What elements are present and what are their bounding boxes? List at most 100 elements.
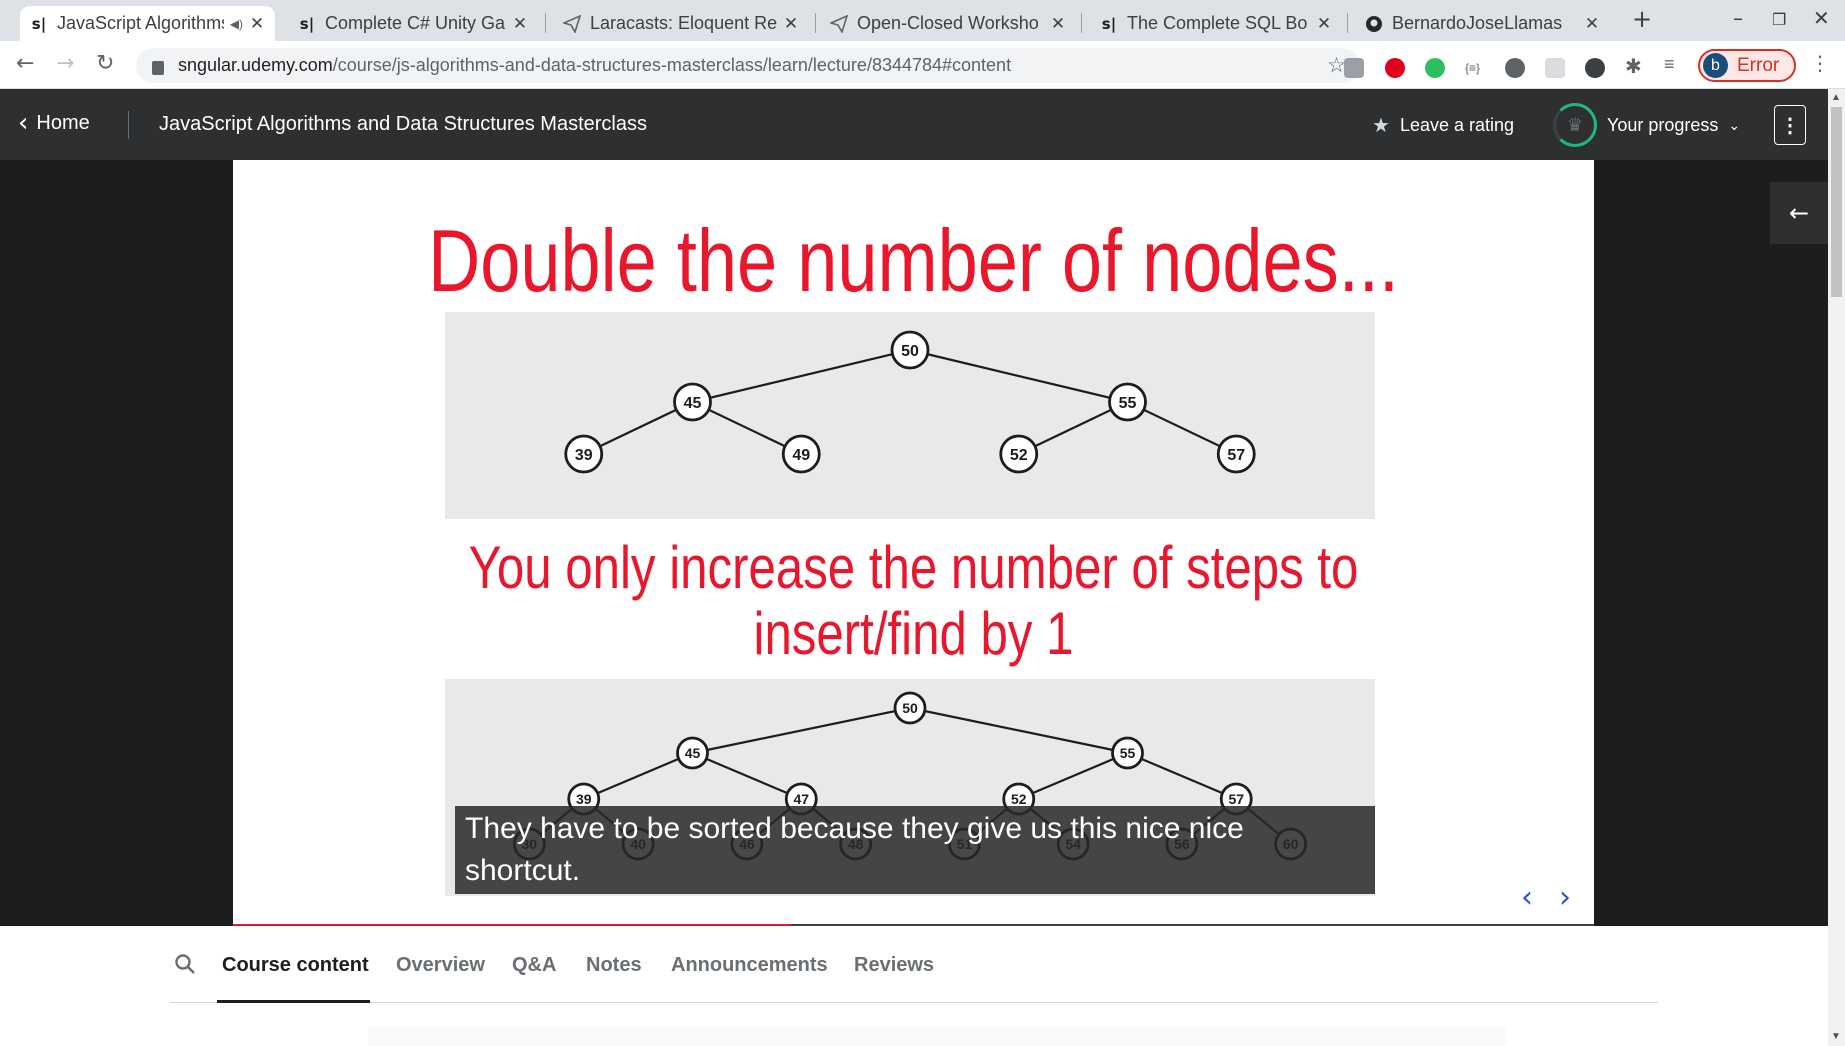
close-window-icon[interactable]: ✕	[1813, 6, 1830, 30]
dark-mode-extension-icon[interactable]	[1585, 58, 1605, 78]
tree-node: 49	[781, 434, 821, 474]
close-tab-icon[interactable]: ✕	[1584, 14, 1600, 34]
header-divider	[128, 111, 129, 139]
new-tab-button[interactable]: +	[1632, 5, 1652, 33]
slide-subheading: You only increase the number of steps to…	[355, 535, 1471, 667]
back-arrow-icon[interactable]: ←	[16, 51, 34, 76]
reload-icon[interactable]: ↻	[96, 51, 114, 76]
udemy-favicon-icon: s|	[299, 14, 315, 33]
browser-tab-2[interactable]: Laracasts: Eloquent Re ✕	[553, 6, 809, 41]
video-caption: They have to be sorted because they give…	[455, 806, 1375, 894]
slide-heading: Double the number of nodes...	[428, 211, 1399, 310]
tree-node: 45	[676, 736, 709, 770]
tab-title: Complete C# Unity Game	[325, 13, 506, 33]
close-tab-icon[interactable]: ✕	[783, 14, 799, 34]
browser-tab-1[interactable]: s| Complete C# Unity Game ✕	[288, 6, 538, 41]
tree-node: 55	[1111, 736, 1144, 770]
scrollbar-thumb[interactable]	[1831, 107, 1842, 297]
browser-tab-5[interactable]: BernardoJoseLlamas ✕	[1355, 6, 1610, 41]
audio-playing-icon[interactable]: ◀)	[230, 17, 243, 31]
tab-qa[interactable]: Q&A	[512, 954, 556, 977]
url-path: /course/js-algorithms-and-data-structure…	[332, 55, 1012, 75]
browser-tab-4[interactable]: s| The Complete SQL Bo ✕	[1090, 6, 1342, 41]
tree-node-label: 39	[576, 791, 592, 807]
ublock-extension-icon[interactable]	[1385, 58, 1405, 78]
course-tabs-section: Course content Overview Q&A Notes Announ…	[0, 926, 1828, 1046]
tree-node-label: 45	[685, 745, 701, 761]
tree-node-label: 39	[575, 447, 593, 464]
more-options-button[interactable]: ⋮	[1774, 105, 1806, 145]
udemy-favicon-icon: s|	[1101, 14, 1117, 33]
minimize-icon[interactable]: –	[1733, 6, 1743, 30]
tree-node-label: 57	[1227, 447, 1245, 464]
tree-edge	[692, 348, 911, 404]
tree-node-label: 52	[1011, 791, 1027, 807]
tree-node: 52	[999, 434, 1039, 474]
browser-tab-3[interactable]: Open-Closed Worksho ✕	[820, 6, 1076, 41]
tab-separator	[815, 13, 816, 33]
close-tab-icon[interactable]: ✕	[1316, 14, 1332, 34]
video-player[interactable]: Double the number of nodes... 50 45 55 39 49…	[0, 160, 1828, 926]
evernote-extension-icon[interactable]	[1425, 58, 1445, 78]
s-extension-icon[interactable]	[1545, 58, 1565, 78]
browser-tab-strip: s| JavaScript Algorithms ◀) ✕ s| Complet…	[0, 0, 1845, 41]
tree-edge	[909, 706, 1128, 755]
url-host: sngular.udemy.com	[178, 55, 333, 75]
close-tab-icon[interactable]: ✕	[512, 14, 528, 34]
previous-lecture-icon[interactable]: ‹	[1521, 880, 1533, 915]
next-lecture-icon[interactable]: ›	[1559, 880, 1571, 915]
course-header: ‹ Home JavaScript Algorithms and Data St…	[0, 89, 1828, 160]
restore-icon[interactable]: ❐	[1772, 10, 1786, 29]
puzzle-extensions-icon[interactable]: ✱	[1625, 54, 1645, 78]
leave-rating-button[interactable]: ★ Leave a rating	[1372, 113, 1514, 138]
tab-title: The Complete SQL Bo	[1127, 13, 1308, 33]
close-tab-icon[interactable]: ✕	[1050, 14, 1066, 34]
scroll-up-icon[interactable]: ▲	[1831, 92, 1841, 103]
profile-button[interactable]: b Error	[1698, 49, 1796, 82]
page-scrollbar[interactable]: ▲ ▼	[1828, 89, 1845, 1046]
lecture-slide: Double the number of nodes... 50 45 55 39 49…	[233, 160, 1594, 926]
open-sidebar-arrow-icon[interactable]: ←	[1770, 182, 1828, 244]
tab-title: BernardoJoseLlamas	[1392, 13, 1563, 33]
address-bar[interactable]: sngular.udemy.com/course/js-algorithms-a…	[136, 48, 1360, 83]
home-link[interactable]: ‹ Home	[18, 110, 90, 136]
subheading-line-2: insert/find by 1	[753, 600, 1074, 667]
tab-title: Laracasts: Eloquent Re	[590, 13, 777, 33]
plane-icon	[830, 14, 848, 33]
tab-overview[interactable]: Overview	[396, 954, 485, 977]
extension-cube-icon[interactable]	[1344, 58, 1364, 78]
browser-tab-0[interactable]: s| JavaScript Algorithms ◀) ✕	[20, 6, 275, 41]
tab-separator	[545, 13, 546, 33]
gear-extension-icon[interactable]	[1505, 58, 1525, 78]
json-extension-icon[interactable]: {≡}	[1465, 61, 1485, 81]
tree-node-label: 45	[684, 395, 702, 412]
tab-announcements[interactable]: Announcements	[671, 954, 828, 977]
tab-reviews[interactable]: Reviews	[854, 954, 934, 977]
forward-arrow-icon[interactable]: →	[56, 51, 74, 76]
content-panel-top	[368, 1027, 1506, 1046]
scroll-down-icon[interactable]: ▼	[1831, 1031, 1841, 1042]
course-tabs: Course content Overview Q&A Notes Announ…	[170, 926, 1658, 1003]
tree-node-label: 55	[1119, 395, 1137, 412]
tab-title: Open-Closed Worksho	[857, 13, 1039, 33]
subheading-line-1: You only increase the number of steps to	[468, 534, 1359, 601]
tree-small-svg: 50 45 55 39 49 52 57	[564, 330, 1256, 474]
tree-node-label: 50	[902, 700, 918, 716]
tree-node-label: 57	[1228, 791, 1244, 807]
tab-course-content[interactable]: Course content	[222, 954, 369, 977]
github-icon	[1365, 15, 1383, 33]
tab-notes[interactable]: Notes	[586, 954, 642, 977]
plane-icon	[563, 14, 581, 33]
tree-edge	[909, 348, 1128, 404]
close-tab-icon[interactable]: ✕	[249, 14, 265, 34]
search-icon[interactable]	[174, 953, 196, 975]
tree-edge	[1127, 751, 1237, 801]
browser-toolbar: ← → ↻ sngular.udemy.com/course/js-algori…	[0, 41, 1845, 89]
lock-icon	[152, 60, 164, 75]
browser-menu-icon[interactable]: ⋮	[1810, 51, 1830, 75]
media-controls-icon[interactable]: ≡	[1664, 54, 1684, 74]
progress-button[interactable]: ♛ Your progress ⌄	[1553, 103, 1740, 147]
rating-label: Leave a rating	[1399, 115, 1515, 135]
tree-node: 50	[890, 330, 930, 370]
tree-node-label: 50	[901, 343, 919, 360]
